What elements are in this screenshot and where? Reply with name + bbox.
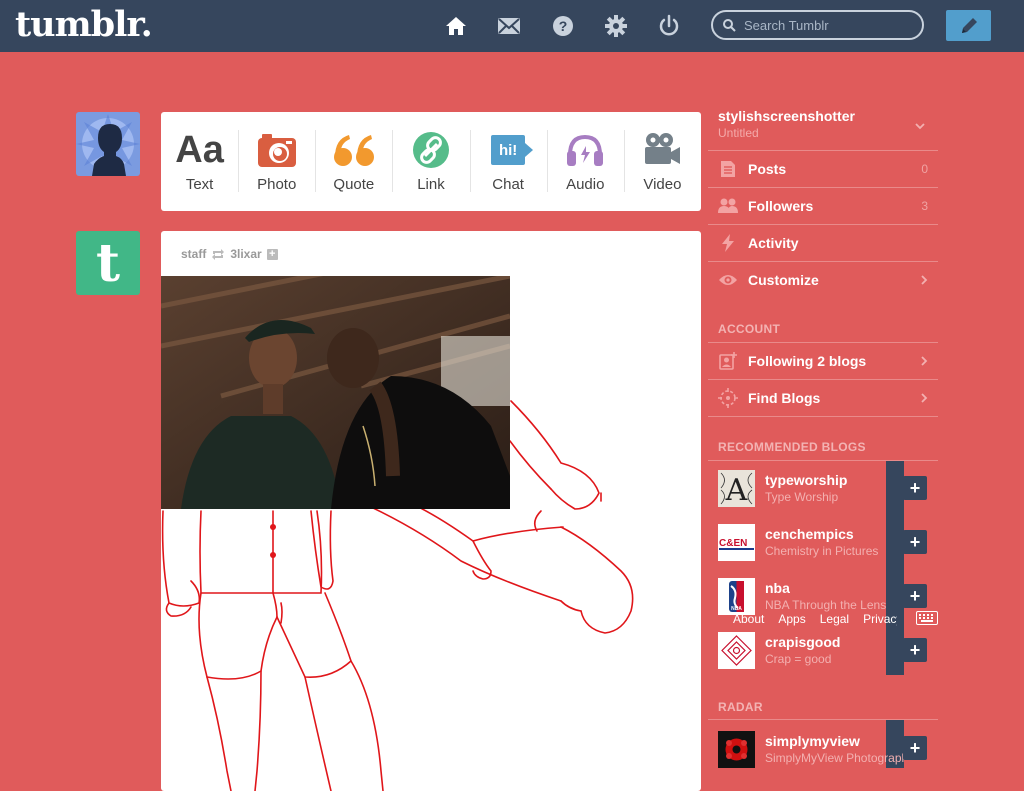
post-type-text[interactable]: Aa Text — [161, 112, 238, 211]
settings-gear-icon[interactable] — [603, 13, 629, 39]
recommended-blogs-heading: RECOMMENDED BLOGS — [718, 440, 866, 454]
typeworship-avatar: A — [718, 469, 755, 507]
sidebar-item-label: Activity — [748, 235, 799, 251]
post-type-bar: Aa Text Photo Quote Link hi! Chat Audio … — [161, 112, 701, 211]
sidebar-item-label: Find Blogs — [748, 390, 821, 406]
mail-icon[interactable] — [496, 13, 522, 39]
follow-typeworship-button[interactable]: + — [903, 476, 927, 500]
followers-count: 3 — [921, 199, 928, 213]
sidebar-item-following[interactable]: Following 2 blogs — [708, 342, 938, 379]
followers-people-icon — [718, 198, 738, 213]
follow-simplymyview-button[interactable]: + — [903, 736, 927, 760]
chevron-down-icon[interactable] — [914, 120, 926, 132]
recommended-blog-name: cenchempics — [765, 526, 854, 542]
compose-post-button[interactable] — [946, 10, 991, 41]
power-logout-icon[interactable] — [656, 13, 682, 39]
sidebar-item-label: Following 2 blogs — [748, 353, 867, 369]
customize-eye-icon — [719, 275, 737, 285]
search-box[interactable] — [711, 10, 924, 40]
radar-blog-desc: SimplyMyView Photography — [765, 751, 905, 765]
cenchempics-avatar: C&EN — [718, 523, 755, 561]
camera-icon — [257, 134, 296, 167]
svg-text:NBA: NBA — [731, 606, 742, 612]
svg-text:?: ? — [559, 18, 568, 34]
video-camera-icon — [645, 133, 681, 164]
headphones-icon — [567, 134, 604, 166]
post-type-label: Chat — [492, 176, 524, 193]
tumblr-logo[interactable]: tumblr. — [15, 4, 153, 45]
recommended-blog-desc: Type Worship — [765, 490, 839, 504]
sidebar-blog-name[interactable]: stylishscreenshotter — [718, 108, 855, 124]
top-header: tumblr. ? — [0, 0, 1024, 52]
recommended-blog-name: nba — [765, 580, 790, 596]
search-icon — [723, 18, 736, 32]
account-heading: ACCOUNT — [718, 322, 781, 336]
chat-icon: hi! — [491, 135, 534, 165]
photo-image — [161, 276, 510, 509]
post-type-link[interactable]: Link — [392, 112, 469, 211]
tumblr-t-logo-icon: t — [96, 233, 120, 294]
nba-avatar: NBA — [718, 577, 755, 615]
sidebar-item-find-blogs[interactable]: Find Blogs — [708, 379, 938, 416]
post-photo[interactable] — [161, 276, 510, 509]
follow-nba-button[interactable]: + — [903, 584, 927, 608]
recommended-blog-desc: Crap = good — [765, 652, 832, 666]
post-type-label: Text — [185, 176, 214, 193]
follow-cenchempics-button[interactable]: + — [903, 530, 927, 554]
post-type-label: Video — [643, 176, 682, 193]
posts-count: 0 — [921, 162, 928, 176]
post-type-video[interactable]: Video — [623, 112, 701, 211]
svg-text:C&EN: C&EN — [719, 538, 747, 549]
crapisgood-avatar — [718, 631, 755, 669]
svg-text:A: A — [725, 473, 748, 507]
help-icon[interactable]: ? — [550, 13, 576, 39]
post-type-quote[interactable]: Quote — [315, 112, 392, 211]
divider — [708, 416, 938, 417]
sidebar-item-activity[interactable]: Activity — [708, 224, 938, 261]
post-type-label: Photo — [257, 176, 297, 193]
chevron-right-icon — [921, 393, 928, 403]
user-silhouette-icon — [76, 114, 140, 176]
radar-blog-name: simplymyview — [765, 733, 860, 749]
pencil-icon — [961, 17, 977, 33]
sidebar-item-followers[interactable]: Followers 3 — [708, 187, 938, 224]
sidebar-item-label: Followers — [748, 198, 814, 214]
post-type-label: Link — [417, 176, 445, 193]
sidebar-blog-title: Untitled — [718, 126, 759, 140]
chevron-right-icon — [921, 275, 928, 285]
svg-text:t: t — [96, 233, 120, 294]
recommended-blog-name: typeworship — [765, 472, 848, 488]
simplymyview-avatar — [718, 730, 755, 768]
follow-crapisgood-button[interactable]: + — [903, 638, 927, 662]
sidebar-item-label: Posts — [748, 161, 787, 177]
post-type-chat[interactable]: hi! Chat — [469, 112, 547, 211]
link-icon — [412, 132, 449, 168]
posts-document-icon — [721, 161, 735, 177]
sidebar-item-posts[interactable]: Posts 0 — [708, 150, 938, 187]
quote-icon — [333, 135, 374, 166]
text-icon: Aa — [175, 128, 224, 171]
sidebar-item-label: Customize — [748, 272, 819, 288]
activity-lightning-icon — [722, 234, 734, 252]
home-icon[interactable] — [443, 13, 469, 39]
search-input[interactable] — [742, 16, 916, 34]
recommended-blog-name: crapisgood — [765, 634, 841, 650]
chevron-right-icon — [921, 356, 928, 366]
user-avatar[interactable] — [76, 112, 140, 176]
recommended-blog-desc: NBA Through the Lens — [765, 598, 887, 612]
following-icon — [719, 352, 737, 370]
dashboard-post: staff 3lixar + — [161, 231, 701, 791]
post-type-audio[interactable]: Audio — [546, 112, 624, 211]
find-blogs-compass-icon — [718, 388, 738, 408]
post-type-label: Audio — [566, 176, 605, 193]
sidebar-item-customize[interactable]: Customize — [708, 261, 938, 298]
staff-blog-avatar[interactable]: t — [76, 231, 140, 295]
post-type-photo[interactable]: Photo — [238, 112, 315, 211]
recommended-blog-desc: Chemistry in Pictures — [765, 544, 879, 558]
post-type-label: Quote — [333, 176, 375, 193]
radar-heading: RADAR — [718, 700, 763, 714]
